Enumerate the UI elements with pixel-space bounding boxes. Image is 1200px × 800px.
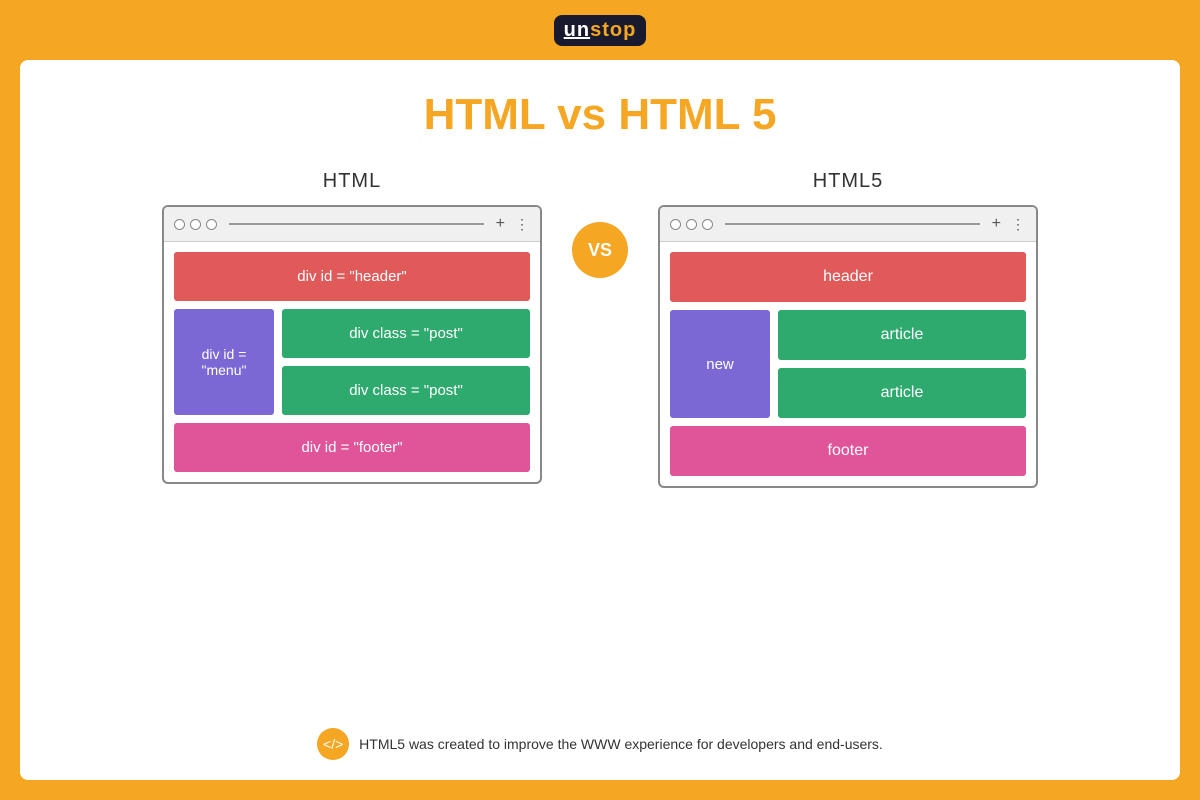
dot-6 bbox=[702, 219, 713, 230]
dot-5 bbox=[686, 219, 697, 230]
html5-browser-toolbar: + ⋮ bbox=[660, 207, 1036, 242]
footer-note-text: HTML5 was created to improve the WWW exp… bbox=[359, 736, 883, 752]
html-header-block: div id = "header" bbox=[174, 252, 530, 301]
html-side: HTML + ⋮ div id = "header" div id = "men… bbox=[162, 170, 542, 484]
footer-note: </> HTML5 was created to improve the WWW… bbox=[317, 728, 883, 760]
html5-footer-block: footer bbox=[670, 426, 1026, 476]
html-menu-block: div id = "menu" bbox=[174, 309, 274, 415]
main-card: HTML vs HTML 5 HTML + ⋮ div id = "header… bbox=[20, 60, 1180, 780]
add-tab-icon: + bbox=[496, 215, 505, 233]
browser-dots bbox=[174, 219, 217, 230]
dot-4 bbox=[670, 219, 681, 230]
logo: unstop bbox=[554, 15, 647, 46]
add-tab-icon-2: + bbox=[992, 215, 1001, 233]
address-bar-line-2 bbox=[725, 223, 980, 225]
menu-dots-icon-2: ⋮ bbox=[1011, 216, 1026, 233]
address-bar-line bbox=[229, 223, 484, 225]
comparison-area: HTML + ⋮ div id = "header" div id = "men… bbox=[60, 170, 1140, 710]
html5-articles-column: article article bbox=[778, 310, 1026, 418]
html-middle-row: div id = "menu" div class = "post" div c… bbox=[174, 309, 530, 415]
html-browser-window: + ⋮ div id = "header" div id = "menu" di… bbox=[162, 205, 542, 484]
html-post2-block: div class = "post" bbox=[282, 366, 530, 415]
html5-label: HTML5 bbox=[813, 170, 884, 193]
unstop-logo: unstop bbox=[554, 15, 647, 46]
html5-browser-window: + ⋮ header new article article footer bbox=[658, 205, 1038, 488]
html-posts-column: div class = "post" div class = "post" bbox=[282, 309, 530, 415]
html5-browser-content: header new article article footer bbox=[660, 242, 1036, 486]
page-title: HTML vs HTML 5 bbox=[424, 90, 777, 140]
html5-article2-block: article bbox=[778, 368, 1026, 418]
html5-header-block: header bbox=[670, 252, 1026, 302]
html5-middle-row: new article article bbox=[670, 310, 1026, 418]
browser-dots-2 bbox=[670, 219, 713, 230]
menu-dots-icon: ⋮ bbox=[515, 216, 530, 233]
dot-2 bbox=[190, 219, 201, 230]
html-browser-toolbar: + ⋮ bbox=[164, 207, 540, 242]
dot-3 bbox=[206, 219, 217, 230]
html-browser-content: div id = "header" div id = "menu" div cl… bbox=[164, 242, 540, 482]
code-icon: </> bbox=[317, 728, 349, 760]
html-footer-block: div id = "footer" bbox=[174, 423, 530, 472]
top-bar: unstop bbox=[0, 0, 1200, 60]
html-label: HTML bbox=[323, 170, 381, 193]
logo-stop: stop bbox=[590, 19, 636, 41]
dot-1 bbox=[174, 219, 185, 230]
html5-side: HTML5 + ⋮ header new bbox=[658, 170, 1038, 488]
logo-un: un bbox=[564, 19, 590, 41]
html5-nav-block: new bbox=[670, 310, 770, 418]
vs-badge: VS bbox=[572, 222, 628, 278]
html5-article1-block: article bbox=[778, 310, 1026, 360]
html-post1-block: div class = "post" bbox=[282, 309, 530, 358]
